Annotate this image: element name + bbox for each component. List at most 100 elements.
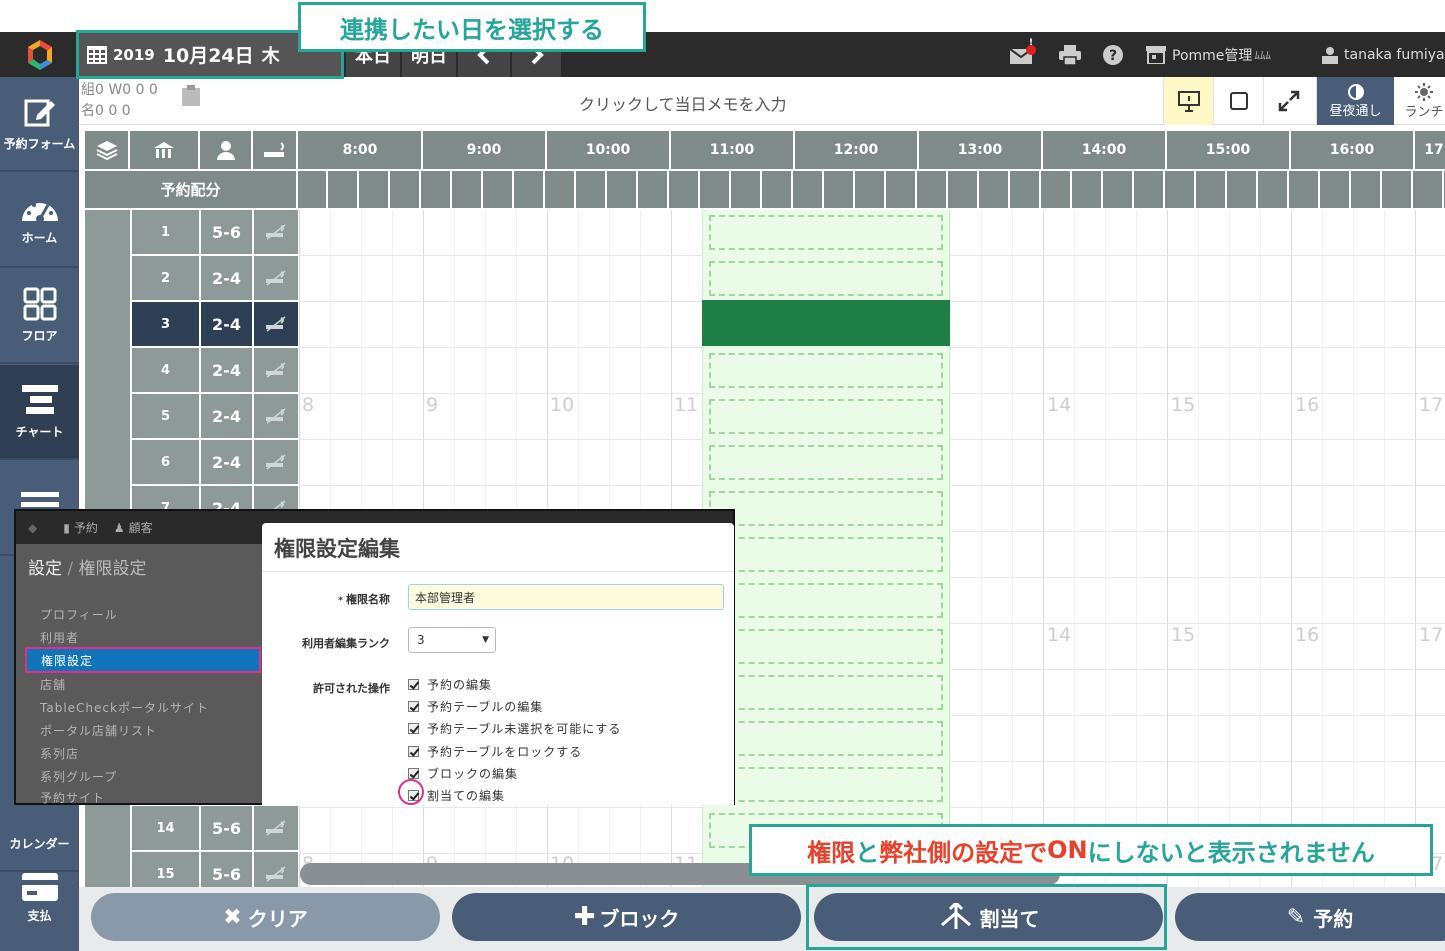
settings-menu-item[interactable]: 利用者 [40,629,79,646]
smoking-icon[interactable] [254,806,298,850]
table-capacity[interactable]: 2-4 [201,256,252,300]
assignable-slot[interactable] [709,399,943,434]
layer-column[interactable] [85,131,130,169]
settings-menu-item[interactable]: TableCheckポータルサイト [40,699,209,716]
table-capacity[interactable]: 5-6 [201,806,252,850]
user-menu[interactable]: tanaka fumiya [1320,32,1445,77]
allocation-cell[interactable] [1291,171,1320,208]
allocation-cell[interactable] [826,171,855,208]
table-number[interactable]: 14 [132,806,199,850]
allocation-cell[interactable] [1012,171,1041,208]
smoking-icon[interactable] [254,256,298,300]
app-logo[interactable] [0,32,79,77]
table-number[interactable]: 6 [132,440,199,484]
assignable-slot[interactable] [709,675,943,710]
table-capacity[interactable]: 2-4 [201,394,252,438]
table-capacity[interactable]: 2-4 [201,440,252,484]
settings-menu-item[interactable]: プロフィール [40,606,118,623]
assigned-block[interactable] [702,300,950,346]
day-memo-input[interactable]: クリックして当日メモを入力 [579,91,787,115]
assignable-slot[interactable] [709,353,943,388]
allocation-cell[interactable] [299,171,328,208]
area-column[interactable] [130,131,200,169]
allocation-cell[interactable] [516,171,545,208]
allocation-cell[interactable] [733,171,762,208]
op-checkbox[interactable]: 予約の編集 [408,676,492,693]
settings-menu-item-selected[interactable]: 権限設定 [25,647,261,673]
allocation-cell[interactable] [547,171,576,208]
allocation-cell[interactable] [1167,171,1196,208]
settings-menu-item[interactable]: 店舗 [40,676,66,693]
allocation-cell[interactable] [857,171,886,208]
allocation-cell[interactable] [950,171,979,208]
assignable-slot[interactable] [709,537,943,572]
smoking-icon[interactable] [254,302,298,346]
allocation-cell[interactable] [1353,171,1382,208]
settings-menu-item[interactable]: 予約サイト [40,789,105,806]
smoking-icon[interactable] [254,210,298,254]
table-number[interactable]: 4 [132,348,199,392]
op-checkbox[interactable]: 予約テーブルの編集 [408,698,543,715]
capacity-column[interactable] [200,131,253,169]
help-button[interactable]: ? [1103,32,1123,77]
allocation-cell[interactable] [423,171,452,208]
sidebar-item-floor[interactable]: フロア [0,269,79,364]
allocation-cell[interactable] [1322,171,1351,208]
assignable-slot[interactable] [709,261,943,296]
permission-name-input[interactable]: 本部管理者 [408,584,724,610]
presentation-toggle[interactable] [1163,77,1213,125]
allocation-cell[interactable] [1415,171,1444,208]
smoking-icon[interactable] [254,440,298,484]
allocation-cell[interactable] [392,171,421,208]
table-capacity[interactable]: 5-6 [201,210,252,254]
sidebar-item-chart[interactable]: チャート [0,365,79,460]
assignable-slot[interactable] [709,215,943,250]
sidebar-item-home[interactable]: ホーム [0,173,79,268]
allocation-cell[interactable] [702,171,731,208]
allocation-cell[interactable] [888,171,917,208]
overlay-nav-reservation[interactable]: 予約 [74,519,98,536]
allocation-cell[interactable] [919,171,948,208]
allocation-cell[interactable] [330,171,359,208]
sidebar-item-payment[interactable]: 支払 [0,851,79,946]
allocation-cell[interactable] [1043,171,1072,208]
allocation-cell[interactable] [1229,171,1258,208]
allocation-cell[interactable] [1136,171,1165,208]
settings-menu-item[interactable]: ポータル店舗リスト [40,722,157,739]
assignable-slot[interactable] [709,767,943,802]
allocation-cell[interactable] [640,171,669,208]
daynight-toggle[interactable]: 昼夜通し [1316,77,1394,125]
square-toggle[interactable] [1213,77,1263,125]
table-capacity[interactable]: 2-4 [201,348,252,392]
allocation-cell[interactable] [578,171,607,208]
allocation-cell[interactable] [485,171,514,208]
mail-button[interactable]: ! [1010,32,1036,77]
clear-button[interactable]: ✖ クリア [91,893,440,941]
assignable-slot[interactable] [709,629,943,664]
table-number[interactable]: 2 [132,256,199,300]
print-button[interactable] [1059,32,1081,77]
memo-icon[interactable] [181,85,201,111]
allocation-cell[interactable] [1198,171,1227,208]
op-checkbox[interactable]: ブロックの編集 [408,765,518,782]
allocation-cell[interactable] [1260,171,1289,208]
lunch-toggle[interactable]: ランチ [1394,77,1445,125]
smoking-icon[interactable] [254,348,298,392]
block-button[interactable]: ✚ ブロック [452,893,801,941]
settings-menu-item[interactable]: 系列店 [40,745,79,762]
allocation-cell[interactable] [1384,171,1413,208]
sidebar-item-reservation-form[interactable]: 予約フォーム [0,77,79,172]
op-checkbox[interactable]: 予約テーブル未選択を可能にする [408,720,621,737]
allocation-cell[interactable] [1105,171,1134,208]
allocation-cell[interactable] [361,171,390,208]
assignable-slot[interactable] [709,491,943,526]
overlay-nav-customers[interactable]: 顧客 [129,519,153,536]
store-menu[interactable]: Pomme管理 ﾑﾑﾑ [1146,32,1271,77]
allocation-cell[interactable] [454,171,483,208]
assignable-slot[interactable] [709,445,943,480]
allocation-cell[interactable] [764,171,793,208]
reserve-button[interactable]: ✎ 予約 [1175,893,1445,941]
assignable-slot[interactable] [709,721,943,756]
allocation-cell[interactable] [981,171,1010,208]
allocation-cell[interactable] [1074,171,1103,208]
